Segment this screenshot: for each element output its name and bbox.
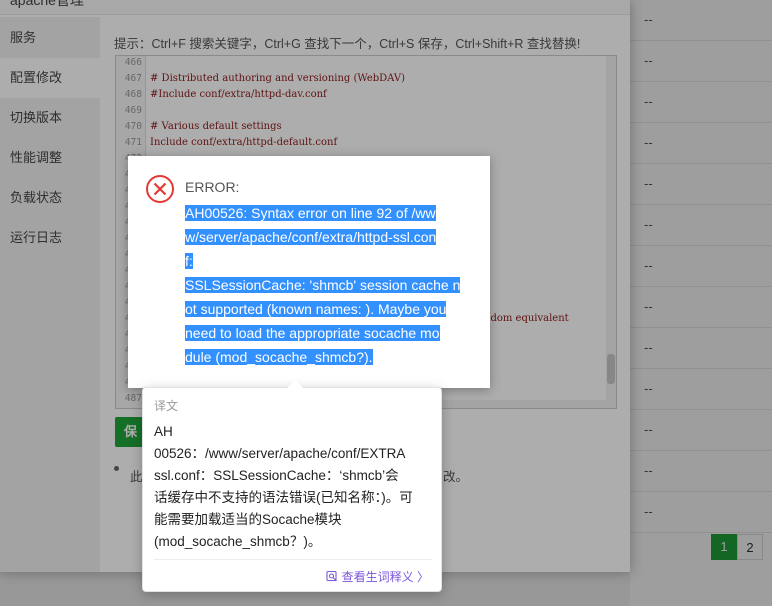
divider bbox=[154, 559, 432, 560]
error-line: need to load the appropriate socache mo bbox=[185, 325, 440, 341]
error-message[interactable]: AH00526: Syntax error on line 92 of /ww … bbox=[185, 201, 470, 369]
translation-label: 译文 bbox=[154, 399, 179, 413]
error-line: dule (mod_socache_shmcb?). bbox=[185, 349, 373, 365]
translation-text: AH 00526：/www/server/apache/conf/EXTRA s… bbox=[154, 424, 413, 549]
error-line: SSLSessionCache: 'shmcb' session cache n bbox=[185, 277, 461, 293]
error-message-box: ERROR: AH00526: Syntax error on line 92 … bbox=[128, 156, 490, 388]
popup-arrow bbox=[287, 380, 303, 388]
error-line: AH00526: Syntax error on line 92 of /ww bbox=[185, 205, 436, 221]
book-icon bbox=[326, 570, 341, 584]
close-circle-icon bbox=[145, 174, 175, 207]
error-title: ERROR: bbox=[185, 179, 240, 195]
view-vocabulary-link[interactable]: 查看生词释义 〉 bbox=[326, 568, 429, 585]
error-line: w/server/apache/conf/extra/httpd-ssl.con bbox=[185, 229, 437, 245]
view-vocabulary-label: 查看生词释义 〉 bbox=[341, 570, 429, 584]
error-line: f: bbox=[185, 253, 193, 269]
error-line: ot supported (known names: ). Maybe you bbox=[185, 301, 447, 317]
translation-popup: 译文 AH 00526：/www/server/apache/conf/EXTR… bbox=[142, 380, 442, 592]
